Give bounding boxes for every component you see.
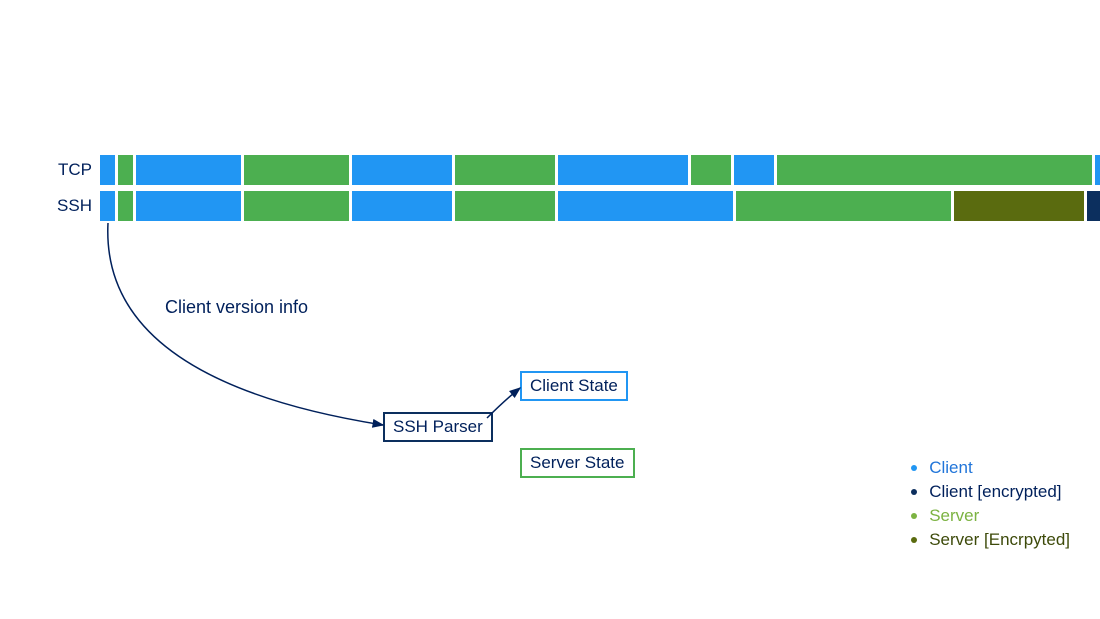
tcp-seg [734,155,774,185]
legend-server-enc: Server [Encrpyted] [903,530,1070,550]
legend-bullet-icon [911,489,917,495]
ssh-parser-box: SSH Parser [383,412,493,442]
ssh-label: SSH [0,196,100,216]
client-state-box: Client State [520,371,628,401]
tcp-seg [100,155,115,185]
legend-bullet-icon [911,465,917,471]
annotation-client-version: Client version info [165,297,308,318]
ssh-seg [118,191,133,221]
tcp-label: TCP [0,160,100,180]
tcp-seg [691,155,731,185]
ssh-seg [100,191,115,221]
tcp-seg [777,155,1092,185]
ssh-seg [244,191,349,221]
ssh-seg [1087,191,1100,221]
tcp-seg [136,155,241,185]
ssh-seg [558,191,733,221]
ssh-seg [352,191,452,221]
ssh-seg [736,191,951,221]
legend-server: Server [903,506,1070,526]
tcp-seg [558,155,688,185]
ssh-seg [954,191,1084,221]
legend-bullet-icon [911,513,917,519]
legend-client-enc-label: Client [encrypted] [929,482,1061,502]
ssh-row: SSH [0,191,1100,221]
legend: Client Client [encrypted] Server Server … [903,458,1070,554]
tcp-segments [100,155,1100,185]
ssh-seg [455,191,555,221]
arrow-curve [108,223,383,425]
tcp-row: TCP [0,155,1100,185]
ssh-segments [100,191,1100,221]
legend-server-label: Server [929,506,979,526]
tcp-seg [244,155,349,185]
tcp-seg [118,155,133,185]
ssh-seg [136,191,241,221]
tcp-seg [352,155,452,185]
legend-server-enc-label: Server [Encrpyted] [929,530,1070,550]
tcp-seg [455,155,555,185]
server-state-box: Server State [520,448,635,478]
legend-bullet-icon [911,537,917,543]
legend-client: Client [903,458,1070,478]
legend-client-label: Client [929,458,972,478]
legend-client-enc: Client [encrypted] [903,482,1070,502]
tcp-seg [1095,155,1100,185]
